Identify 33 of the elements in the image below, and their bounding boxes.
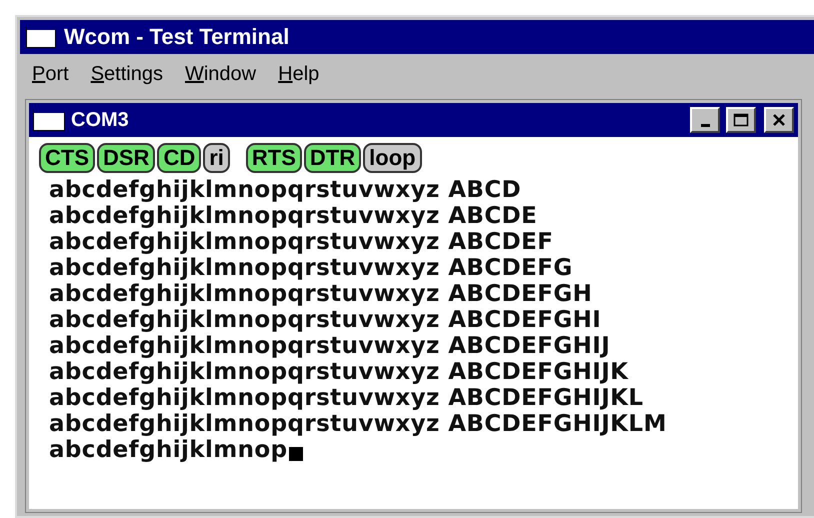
menu-item[interactable]: Settings (90, 62, 163, 86)
terminal-line: abcdefghijklmnopqrstuvwxyz ABCDEFGHIJKL (49, 385, 644, 411)
terminal-line: abcdefghijklmnopqrstuvwxyz ABCDEF (49, 229, 554, 255)
signal-indicator: ri (203, 143, 230, 173)
maximize-icon (733, 113, 749, 127)
text-cursor (289, 447, 304, 461)
menu-item[interactable]: Help (278, 62, 320, 86)
terminal-line: abcdefghijklmnopqrstuvwxyz ABCDEFGHIJKLM (49, 411, 667, 437)
signal-indicator: CTS (39, 143, 95, 173)
minimize-button[interactable] (690, 107, 720, 133)
menu-item[interactable]: Port (32, 62, 69, 86)
terminal-line: abcdefghijklmnopqrstuvwxyz ABCDEFGH (49, 281, 592, 307)
terminal-line: abcdefghijklmnopqrstuvwxyz ABCDEFGHI (49, 307, 602, 333)
signal-indicator: RTS (246, 143, 302, 173)
signal-indicator: loop (363, 143, 422, 173)
window-icon[interactable] (33, 109, 65, 131)
signal-indicator: DSR (97, 143, 156, 173)
terminal-line: abcdefghijklmnopqrstuvwxyz ABCDE (49, 203, 538, 229)
child-window-title: COM3 (71, 108, 130, 132)
minimize-icon (700, 124, 710, 126)
window-title: Wcom - Test Terminal (64, 24, 290, 50)
signal-indicator: DTR (304, 143, 362, 173)
terminal-line: abcdefghijklmnopqrstuvwxyz ABCDEFGHIJK (49, 359, 628, 385)
terminal-line: abcdefghijklmnopqrstuvwxyz ABCD (49, 177, 522, 203)
maximize-button[interactable] (726, 107, 756, 133)
terminal-line: abcdefghijklmnopqrstuvwxyz ABCDEFG (49, 255, 573, 281)
signal-indicator: CD (157, 143, 202, 173)
window-icon[interactable] (26, 26, 56, 48)
terminal-line: abcdefghijklmnop (49, 437, 288, 463)
menu-item[interactable]: Window (184, 62, 256, 86)
close-icon (772, 113, 786, 127)
terminal-line: abcdefghijklmnopqrstuvwxyz ABCDEFGHIJ (49, 333, 610, 359)
close-button[interactable] (764, 107, 794, 133)
